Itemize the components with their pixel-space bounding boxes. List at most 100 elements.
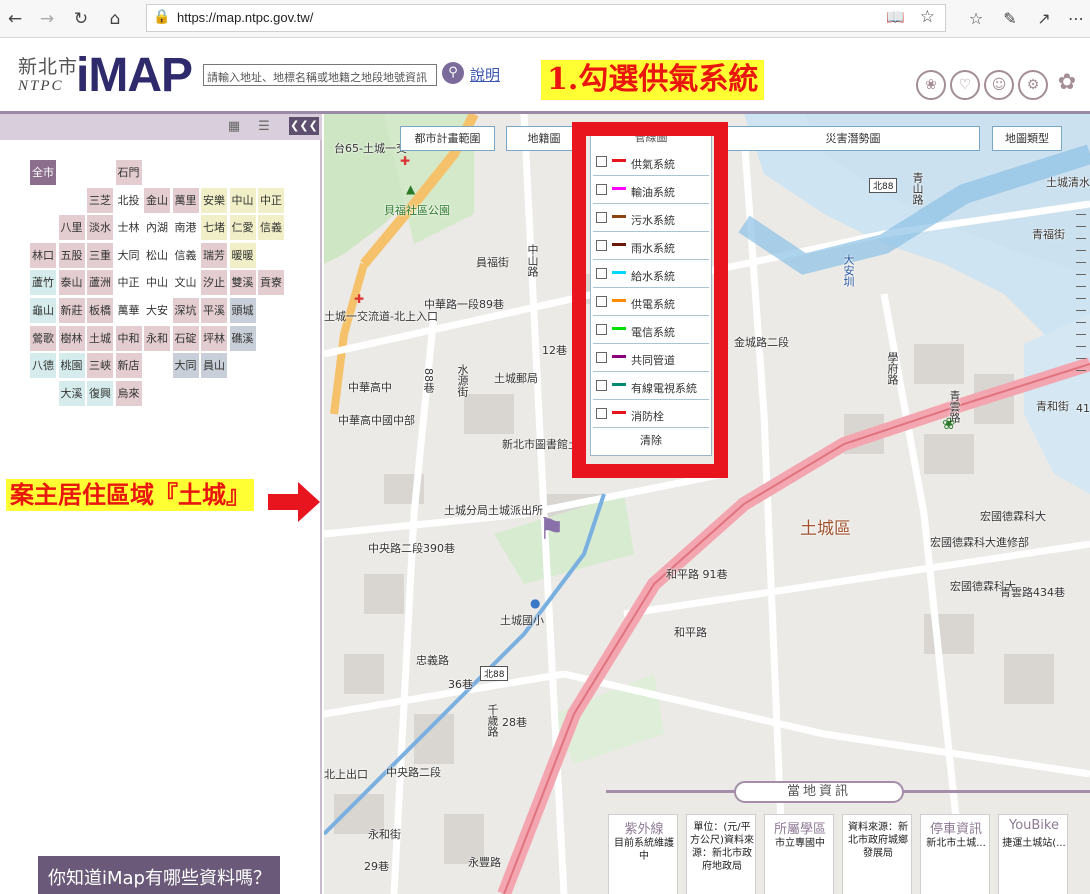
map-tab[interactable]: 地圖類型 [992,126,1062,151]
district-button[interactable]: 大安 [144,298,170,323]
district-button[interactable]: 深坑 [172,298,199,323]
share-icon[interactable]: ↗ [1030,6,1058,32]
info-card[interactable]: 資料來源：新北市政府城鄉發展局 [842,814,912,894]
district-button[interactable]: 金山 [144,187,170,213]
district-button[interactable]: 平溪 [201,298,227,323]
map-tab[interactable]: 災害潛勢圖 [726,126,980,151]
district-button[interactable]: 頭城 [229,298,256,323]
district-button[interactable]: 大同 [172,353,199,379]
refresh-icon[interactable]: ↻ [68,6,94,32]
district-button[interactable]: 五股 [58,242,85,268]
forward-icon[interactable]: → [34,6,60,32]
district-button[interactable]: 暖暖 [229,242,256,268]
district-button[interactable]: 仁愛 [229,215,256,241]
district-button[interactable]: 中山 [229,187,256,213]
back-icon[interactable]: ← [2,6,28,32]
district-button[interactable]: 八德 [30,353,56,379]
district-button[interactable]: 新店 [115,353,142,379]
district-button[interactable]: 員山 [201,353,227,379]
district-button[interactable]: 龜山 [30,298,56,323]
grid-view-icon[interactable]: ▦ [224,118,244,136]
hospital-icon[interactable]: ✚ [400,154,410,168]
district-button[interactable]: 信義 [258,215,284,241]
imap-logo[interactable]: iMAP [76,48,193,103]
district-button[interactable]: 瑞芳 [201,242,227,268]
more-icon[interactable]: ⋯ [1062,6,1090,32]
district-button[interactable]: 淡水 [87,215,113,241]
info-card[interactable]: 單位：(元/平方公尺)資料來源：新北市政府地政局 [686,814,756,894]
district-button[interactable]: 鶯歌 [30,325,56,351]
district-button[interactable]: 三峽 [87,353,113,379]
district-button[interactable]: 復興 [87,380,113,406]
district-button[interactable]: 士林 [115,215,142,241]
district-button[interactable]: 新莊 [58,298,85,323]
search-input[interactable]: 請輸入地址、地標名稱或地籍之地段地號資訊 [203,64,437,86]
district-button[interactable]: 雙溪 [229,270,256,296]
district-button[interactable]: 林口 [30,242,56,268]
district-button[interactable]: 中正 [258,187,284,213]
favorite-star-icon[interactable]: ☆ [920,7,935,27]
district-button[interactable]: 八里 [58,215,85,241]
butterfly-icon[interactable]: ❀ [916,70,946,100]
park-icon[interactable]: ▲ [406,182,415,196]
district-button[interactable]: 板橋 [87,298,113,323]
district-button[interactable]: 石碇 [172,325,199,351]
district-button[interactable]: 汐止 [201,270,227,296]
school-icon[interactable]: ● [530,596,540,610]
zoom-slider[interactable] [1072,214,1086,384]
person-icon[interactable]: ☺ [984,70,1014,100]
district-button[interactable]: 土城 [87,325,113,351]
district-button[interactable]: 內湖 [144,215,170,241]
district-button[interactable]: 信義 [172,242,199,268]
district-button[interactable]: 蘆竹 [30,270,56,296]
address-bar[interactable]: 🔒 https://map.ntpc.gov.tw/ 📖 ☆ [146,4,946,32]
district-button[interactable]: 永和 [144,325,170,351]
data-info-banner[interactable]: 你知道iMap有哪些資料嗎？ [38,856,280,894]
pen-icon[interactable]: ✎ [996,6,1024,32]
district-button[interactable]: 石門 [115,160,142,185]
hospital-icon[interactable]: ✚ [354,292,364,306]
district-button[interactable]: 大同 [115,242,142,268]
district-button[interactable]: 中和 [115,325,142,351]
district-button[interactable]: 泰山 [58,270,85,296]
district-button[interactable]: 萬里 [172,187,199,213]
collapse-panel-button[interactable]: ❮❮❮ [289,117,319,135]
map-view[interactable]: 台65-土城一交 北88 土城清水 青山路 青福街 貝福社區公園 員福街 中山路 中華路一段89… [324,114,1090,894]
location-pin-icon[interactable]: ⚑ [538,512,565,547]
district-button[interactable]: 烏來 [115,380,142,406]
district-button[interactable]: 中山 [144,270,170,296]
district-button[interactable]: 松山 [144,242,170,268]
district-button[interactable]: 全市 [30,160,56,185]
settings-icon[interactable]: ⚙ [1018,70,1048,100]
info-card[interactable]: YouBike 捷運土城站(... [998,814,1068,894]
favorites-list-icon[interactable]: ☆ [962,6,990,32]
home-icon[interactable]: ⌂ [102,6,128,32]
district-button[interactable]: 貢寮 [258,270,284,296]
map-tab[interactable]: 都市計畫範圍 [400,126,495,151]
district-button[interactable]: 樹林 [58,325,85,351]
district-button[interactable]: 安樂 [201,187,227,213]
district-button[interactable]: 礁溪 [229,325,256,351]
map-tab[interactable]: 地籍圖 [506,126,582,151]
leaf-icon[interactable]: ✿ [1052,70,1082,100]
search-icon[interactable]: ⚲ [442,62,464,84]
heart-icon[interactable]: ♡ [950,70,980,100]
list-view-icon[interactable]: ☰ [254,118,274,136]
reading-view-icon[interactable]: 📖 [886,8,905,26]
district-button[interactable]: 三芝 [87,187,113,213]
info-card[interactable]: 停車資訊 新北市土城... [920,814,990,894]
district-button[interactable]: 文山 [172,270,199,296]
district-button[interactable]: 南港 [172,215,199,241]
help-link[interactable]: 說明 [470,64,500,85]
district-button[interactable]: 桃園 [58,353,85,379]
district-button[interactable]: 萬華 [115,298,142,323]
district-button[interactable]: 中正 [115,270,142,296]
district-button[interactable]: 七堵 [201,215,227,241]
district-button[interactable]: 三重 [87,242,113,268]
district-button[interactable]: 坪林 [201,325,227,351]
district-button[interactable]: 北投 [115,187,142,213]
info-card[interactable]: 紫外線 目前系統維護中 [608,814,678,894]
info-card[interactable]: 所屬學區 市立專國中 [764,814,834,894]
district-button[interactable]: 大溪 [58,380,85,406]
district-button[interactable]: 蘆洲 [87,270,113,296]
